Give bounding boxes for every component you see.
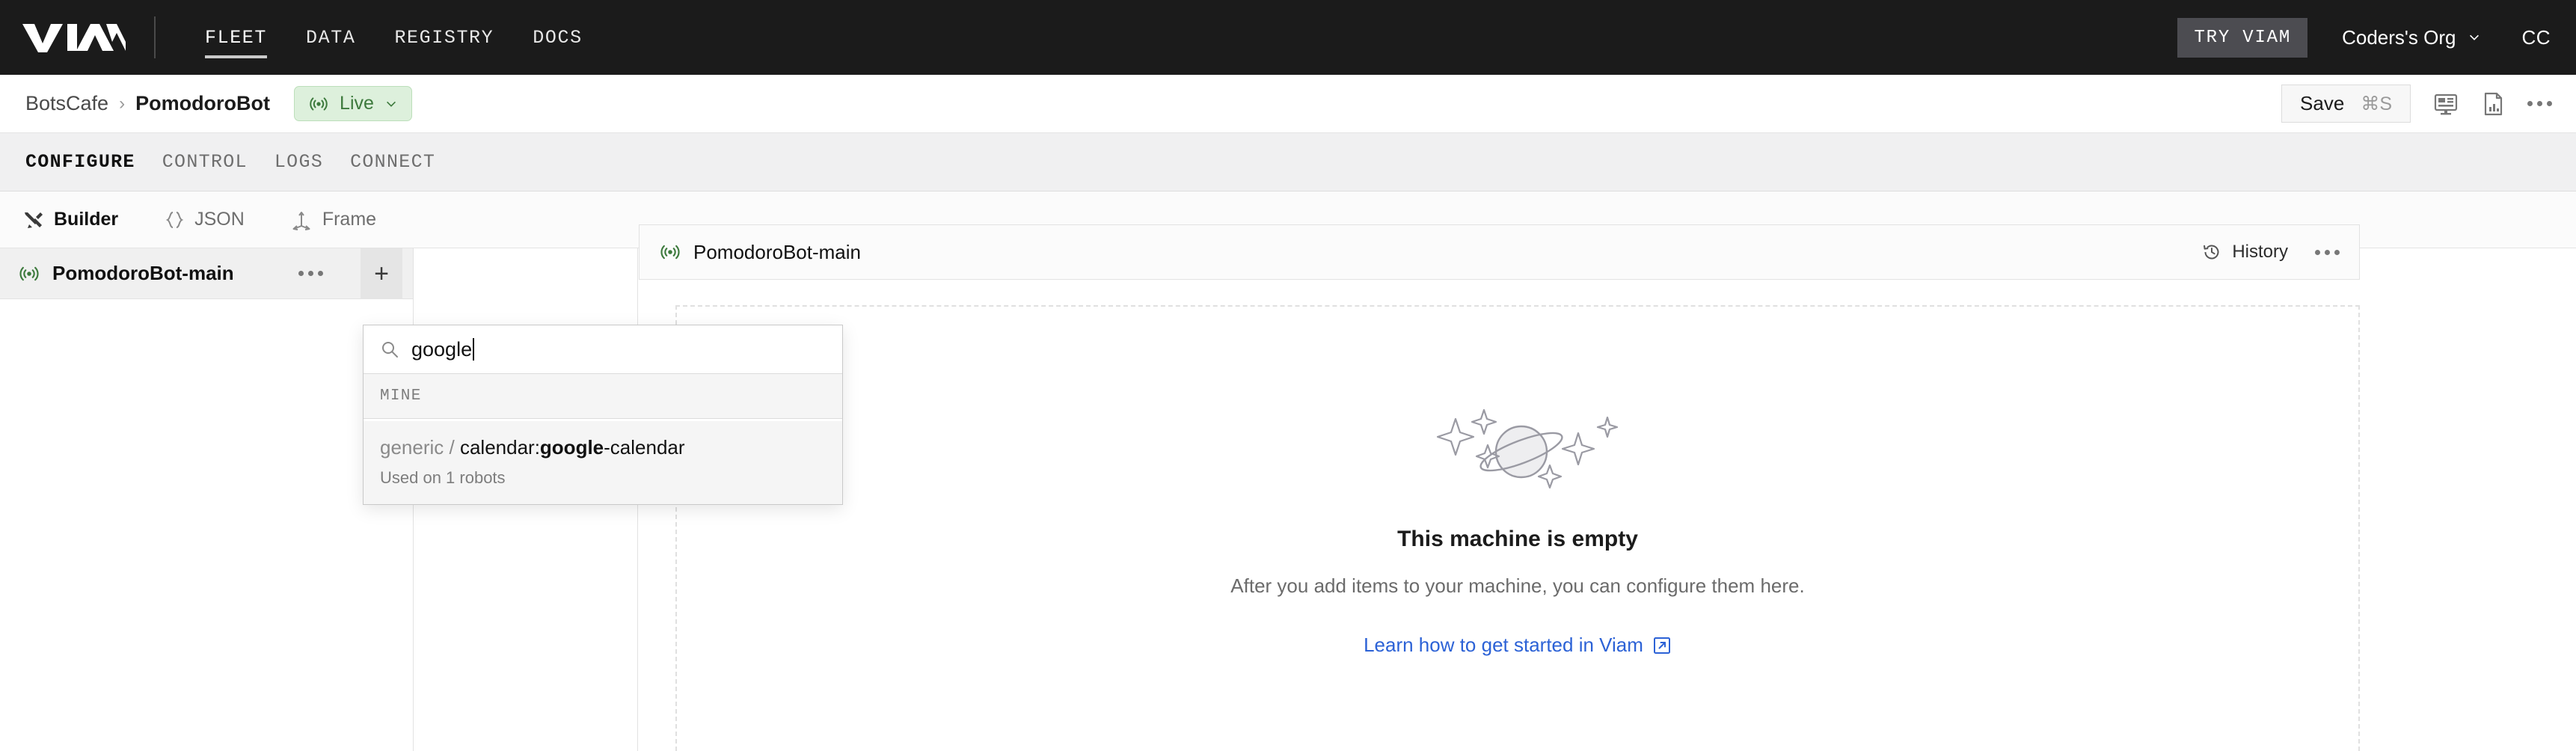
axes-icon (292, 211, 310, 230)
resource-overflow-menu-icon[interactable] (2315, 249, 2340, 255)
tab-logs[interactable]: LOGS (275, 133, 323, 191)
nav-link-data[interactable]: DATA (286, 0, 375, 75)
app-root: FLEET DATA REGISTRY DOCS TRY VIAM Coders… (0, 0, 2576, 751)
sidebar-item-overflow-menu-icon[interactable] (298, 271, 323, 276)
broadcast-icon (310, 96, 328, 111)
chevron-down-icon (2470, 34, 2480, 40)
machine-status-label: Live (340, 93, 374, 114)
toolbar-item-frame-label: Frame (322, 209, 377, 230)
external-link-icon (1653, 637, 1670, 654)
top-navigation-bar: FLEET DATA REGISTRY DOCS TRY VIAM Coders… (0, 0, 2576, 75)
history-icon (2204, 245, 2219, 260)
resource-search-dropdown: google MINE generic / calendar:google-ca… (363, 325, 843, 505)
machine-actions: Save ⌘S (2281, 85, 2552, 123)
breadcrumb-separator-icon: › (119, 93, 126, 114)
monitor-icon-glyph (2434, 94, 2458, 114)
section-tabs: CONFIGURE CONTROL LOGS CONNECT (0, 133, 2576, 191)
braces-icon (165, 211, 184, 228)
toolbar-item-builder[interactable]: Builder (22, 209, 118, 230)
sidebar-item-label: PomodoroBot-main (52, 262, 234, 284)
viam-logo-icon (22, 24, 126, 52)
chevron-down-icon (386, 101, 396, 107)
nav-link-fleet[interactable]: FLEET (185, 0, 286, 75)
avatar[interactable]: CC (2521, 26, 2551, 49)
toolbar-item-builder-label: Builder (54, 209, 119, 230)
nav-links: FLEET DATA REGISTRY DOCS (185, 0, 602, 75)
search-result-title: generic / calendar:google-calendar (380, 436, 685, 459)
history-button-label: History (2232, 242, 2288, 262)
breadcrumb-org[interactable]: BotsCafe (25, 92, 108, 115)
nav-link-registry[interactable]: REGISTRY (375, 0, 513, 75)
get-started-link-label: Learn how to get started in Viam (1364, 634, 1643, 656)
viam-logo[interactable] (22, 22, 126, 52)
configure-main-panel: PomodoroBot-main History This machine is… (639, 224, 2576, 751)
report-doc-icon[interactable] (2481, 91, 2505, 117)
machine-part-icon (19, 266, 39, 281)
text-caret (473, 337, 475, 361)
toolbar-item-json[interactable]: JSON (165, 209, 245, 230)
nav-divider (154, 16, 156, 58)
search-result-item[interactable]: generic / calendar:google-calendar Used … (364, 419, 842, 504)
toolbar-item-frame[interactable]: Frame (291, 209, 376, 230)
history-button[interactable]: History (2201, 242, 2288, 263)
breadcrumb-machine: PomodoroBot (135, 92, 271, 114)
resource-card-actions: History (2201, 242, 2340, 263)
add-resource-button[interactable]: + (361, 248, 402, 299)
nav-link-docs[interactable]: DOCS (513, 0, 601, 75)
resource-card-title: PomodoroBot-main (693, 240, 861, 263)
monitor-icon[interactable] (2433, 91, 2459, 117)
breadcrumb: BotsCafe › PomodoroBot (25, 92, 270, 115)
search-result-subtitle: Used on 1 robots (380, 468, 506, 487)
try-viam-button[interactable]: TRY VIAM (2177, 17, 2308, 58)
empty-state-title: This machine is empty (1397, 527, 1638, 551)
tab-configure[interactable]: CONFIGURE (25, 133, 135, 191)
configure-sidebar: PomodoroBot-main + (0, 248, 414, 751)
empty-state-subtitle: After you add items to your machine, you… (1230, 574, 1805, 597)
search-group-header: MINE (364, 374, 842, 419)
resource-search-value: google (411, 337, 475, 361)
org-switcher[interactable]: Coders's Org (2342, 26, 2481, 49)
save-button-label: Save (2300, 92, 2345, 114)
tools-icon (25, 212, 43, 228)
sidebar-item-pomodorobot-main[interactable]: PomodoroBot-main + (0, 248, 413, 299)
report-doc-icon-glyph (2484, 92, 2503, 115)
nav-right-group: TRY VIAM Coders's Org CC (2177, 17, 2551, 58)
tab-control[interactable]: CONTROL (162, 133, 248, 191)
resource-search-input[interactable]: google (364, 325, 842, 374)
planet-illustration-icon (1436, 408, 1619, 489)
save-shortcut-label: ⌘S (2361, 93, 2392, 114)
overflow-menu-icon[interactable] (2527, 101, 2552, 106)
resource-card-header: PomodoroBot-main History (639, 224, 2360, 280)
machine-status-badge[interactable]: Live (294, 86, 412, 121)
empty-state-container: This machine is empty After you add item… (675, 305, 2360, 751)
get-started-link[interactable]: Learn how to get started in Viam (1364, 634, 1672, 657)
breadcrumb-bar: BotsCafe › PomodoroBot Live Save ⌘S (0, 75, 2576, 133)
save-button[interactable]: Save ⌘S (2281, 85, 2411, 123)
toolbar-item-json-label: JSON (194, 209, 245, 230)
machine-part-icon (660, 245, 680, 260)
org-switcher-label: Coders's Org (2342, 25, 2456, 49)
tab-connect[interactable]: CONNECT (350, 133, 435, 191)
search-icon (382, 342, 398, 358)
